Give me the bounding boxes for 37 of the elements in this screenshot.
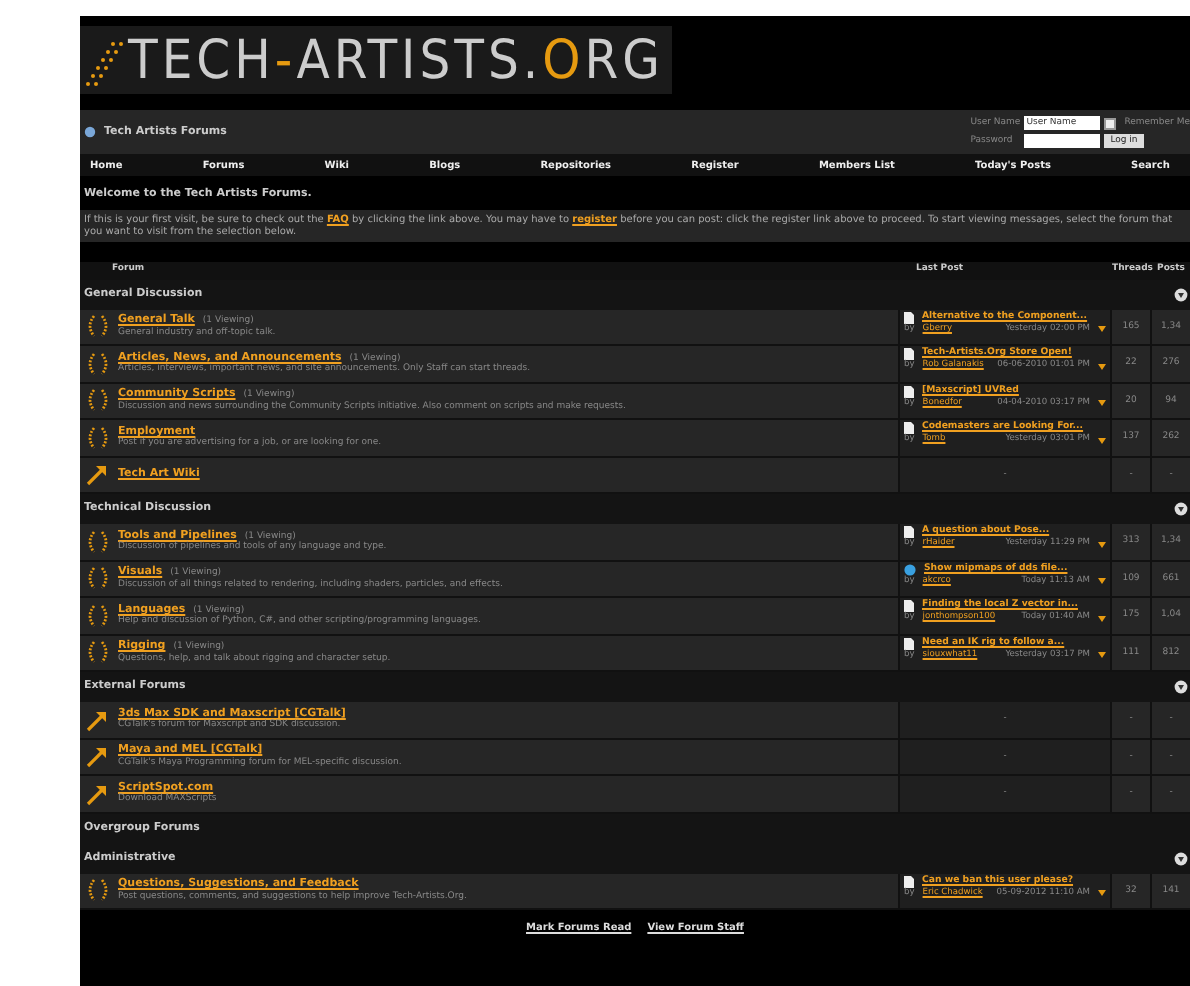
document-icon (904, 526, 914, 539)
forum-status-icon (84, 386, 112, 415)
forum-status-icon (84, 349, 112, 378)
collapse-icon (1174, 287, 1188, 302)
collapse-icon (1174, 680, 1188, 695)
go-arrow-icon (1098, 650, 1106, 659)
go-arrow-icon (1098, 888, 1106, 897)
go-arrow-icon (1098, 576, 1106, 585)
go-arrow-icon (1098, 613, 1106, 622)
document-icon (904, 422, 914, 435)
forum-status-icon (84, 564, 112, 593)
document-icon (904, 637, 914, 650)
link-arrow-icon (84, 460, 112, 489)
collapse-icon (1174, 502, 1188, 517)
document-icon (904, 600, 914, 613)
forum-status-icon (84, 312, 112, 341)
document-icon (904, 311, 914, 324)
go-arrow-icon (1098, 324, 1106, 333)
document-icon (904, 348, 914, 361)
go-arrow-icon (1098, 361, 1106, 370)
document-icon (904, 875, 914, 888)
forum-status-icon (84, 527, 112, 556)
forum-status-icon (84, 638, 112, 667)
collapse-icon (1174, 851, 1188, 866)
remember-checkbox[interactable] (1104, 117, 1117, 129)
site-logo: TECH-ARTISTS.O RG (80, 26, 672, 94)
link-arrow-icon (84, 742, 112, 771)
go-arrow-icon (1098, 539, 1106, 548)
forum-icon (84, 126, 96, 138)
forum-status-icon (84, 876, 112, 905)
password-field[interactable] (1024, 134, 1101, 148)
question-icon (904, 563, 916, 576)
forum-status-icon (84, 601, 112, 630)
document-icon (904, 385, 914, 398)
forum-status-icon (84, 423, 112, 452)
go-arrow-icon (1098, 398, 1106, 407)
go-arrow-icon (1098, 435, 1106, 444)
